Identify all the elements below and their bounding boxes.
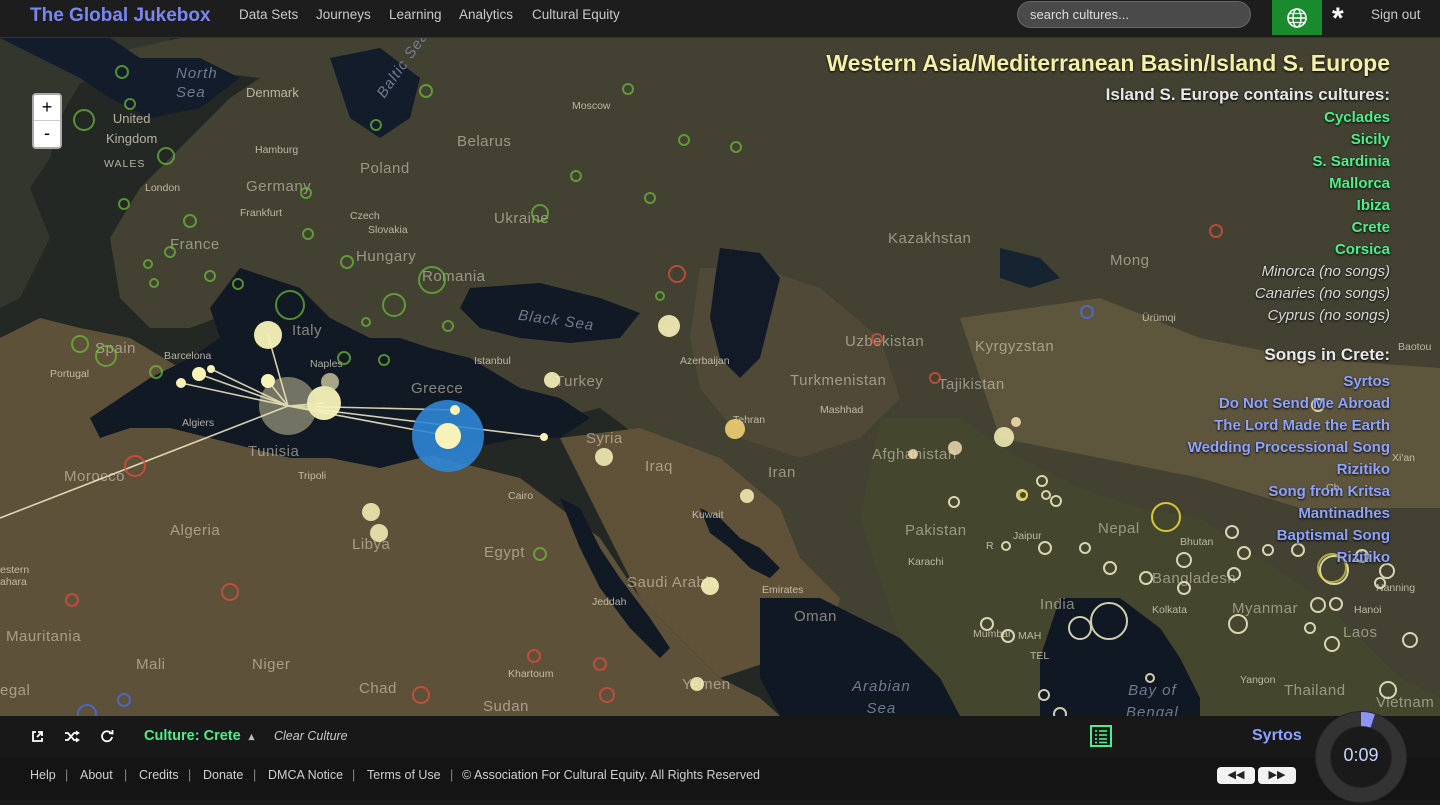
search-cultures-input[interactable]: search cultures...	[1017, 1, 1251, 28]
culture-link-sicily[interactable]: Sicily	[826, 129, 1390, 151]
songs-heading: Songs in Crete:	[1264, 345, 1390, 364]
song-link[interactable]: Syrtos	[826, 371, 1390, 393]
footer-credits[interactable]: Credits	[139, 768, 179, 782]
top-navbar: The Global Jukebox Data Sets Journeys Le…	[0, 0, 1440, 38]
sign-out-link[interactable]: Sign out	[1371, 7, 1421, 22]
fast-forward-button[interactable]: ▶▶	[1258, 767, 1296, 784]
globe-button[interactable]	[1272, 0, 1322, 35]
refresh-icon[interactable]	[100, 729, 114, 743]
footer-separator: |	[450, 768, 454, 782]
footer-about[interactable]: About	[80, 768, 113, 782]
culture-link-corsica[interactable]: Corsica	[826, 239, 1390, 261]
footer-copyright: © Association For Cultural Equity. All R…	[462, 768, 760, 782]
region-info-panel: Western Asia/Mediterranean Basin/Island …	[826, 50, 1390, 569]
culture-selector-label: Culture: Crete	[144, 728, 241, 744]
culture-link-mallorca[interactable]: Mallorca	[826, 173, 1390, 195]
rewind-button[interactable]: ◀◀	[1217, 767, 1255, 784]
shuffle-icon[interactable]	[64, 729, 80, 744]
culture-link-crete[interactable]: Crete	[826, 217, 1390, 239]
nav-analytics[interactable]: Analytics	[459, 7, 513, 22]
song-link[interactable]: Song from Kritsa	[826, 481, 1390, 503]
nav-learning[interactable]: Learning	[389, 7, 442, 22]
caret-up-icon: ▴	[248, 731, 255, 743]
footer-separator: |	[352, 768, 356, 782]
zoom-out-button[interactable]: -	[34, 121, 60, 147]
song-link[interactable]: Baptismal Song	[826, 525, 1390, 547]
song-link[interactable]: Rizitiko	[826, 459, 1390, 481]
culture-minorca-no-songs: Minorca (no songs)	[1261, 263, 1390, 280]
share-icon[interactable]	[30, 729, 45, 744]
nav-cultural-equity[interactable]: Cultural Equity	[532, 7, 620, 22]
footer-separator: |	[65, 768, 69, 782]
now-playing-title: Syrtos	[1252, 727, 1302, 744]
culture-link-cyclades[interactable]: Cyclades	[826, 107, 1390, 129]
list-lines-icon	[1095, 730, 1107, 744]
contains-cultures-heading: Island S. Europe contains cultures:	[1105, 85, 1390, 104]
song-link[interactable]: Do Not Send Me Abroad	[826, 393, 1390, 415]
globe-icon	[1287, 7, 1307, 28]
playlist-icon[interactable]	[1090, 725, 1112, 747]
asterisk-icon[interactable]: *	[1332, 2, 1344, 36]
culture-link-ibiza[interactable]: Ibiza	[826, 195, 1390, 217]
footer-dmca[interactable]: DMCA Notice	[268, 768, 343, 782]
timer-text: 0:09	[1343, 745, 1379, 765]
culture-canaries-no-songs: Canaries (no songs)	[1254, 285, 1390, 302]
zoom-control: + -	[32, 93, 62, 149]
footer-donate[interactable]: Donate	[203, 768, 243, 782]
timer-progress-arc	[1360, 712, 1375, 728]
song-link[interactable]: Wedding Processional Song	[826, 437, 1390, 459]
song-link[interactable]: Mantinadhes	[826, 503, 1390, 525]
world-map[interactable]: North Sea Baltic Sea Black Sea Arabian Sea…	[0, 38, 1440, 716]
green-markers	[71, 65, 742, 561]
song-link[interactable]: The Lord Made the Earth	[826, 415, 1390, 437]
culture-link-s-sardinia[interactable]: S. Sardinia	[826, 151, 1390, 173]
nav-data-sets[interactable]: Data Sets	[239, 7, 298, 22]
zoom-in-button[interactable]: +	[34, 95, 60, 121]
footer: Help | About | Credits | Donate | DMCA N…	[0, 758, 1440, 800]
culture-cyprus-no-songs: Cyprus (no songs)	[1267, 307, 1390, 324]
footer-separator: |	[188, 768, 192, 782]
player-bar: Culture: Crete ▴ Clear Culture Syrtos	[0, 716, 1440, 758]
footer-separator: |	[253, 768, 257, 782]
footer-separator: |	[124, 768, 128, 782]
culture-selector[interactable]: Culture: Crete ▴	[144, 728, 254, 744]
footer-help[interactable]: Help	[30, 768, 56, 782]
song-link[interactable]: Rizitiko	[826, 547, 1390, 569]
footer-terms[interactable]: Terms of Use	[367, 768, 441, 782]
nav-journeys[interactable]: Journeys	[316, 7, 371, 22]
brand-logo[interactable]: The Global Jukebox	[30, 5, 211, 27]
region-title: Western Asia/Mediterranean Basin/Island …	[826, 50, 1390, 76]
clear-culture-button[interactable]: Clear Culture	[274, 729, 348, 743]
